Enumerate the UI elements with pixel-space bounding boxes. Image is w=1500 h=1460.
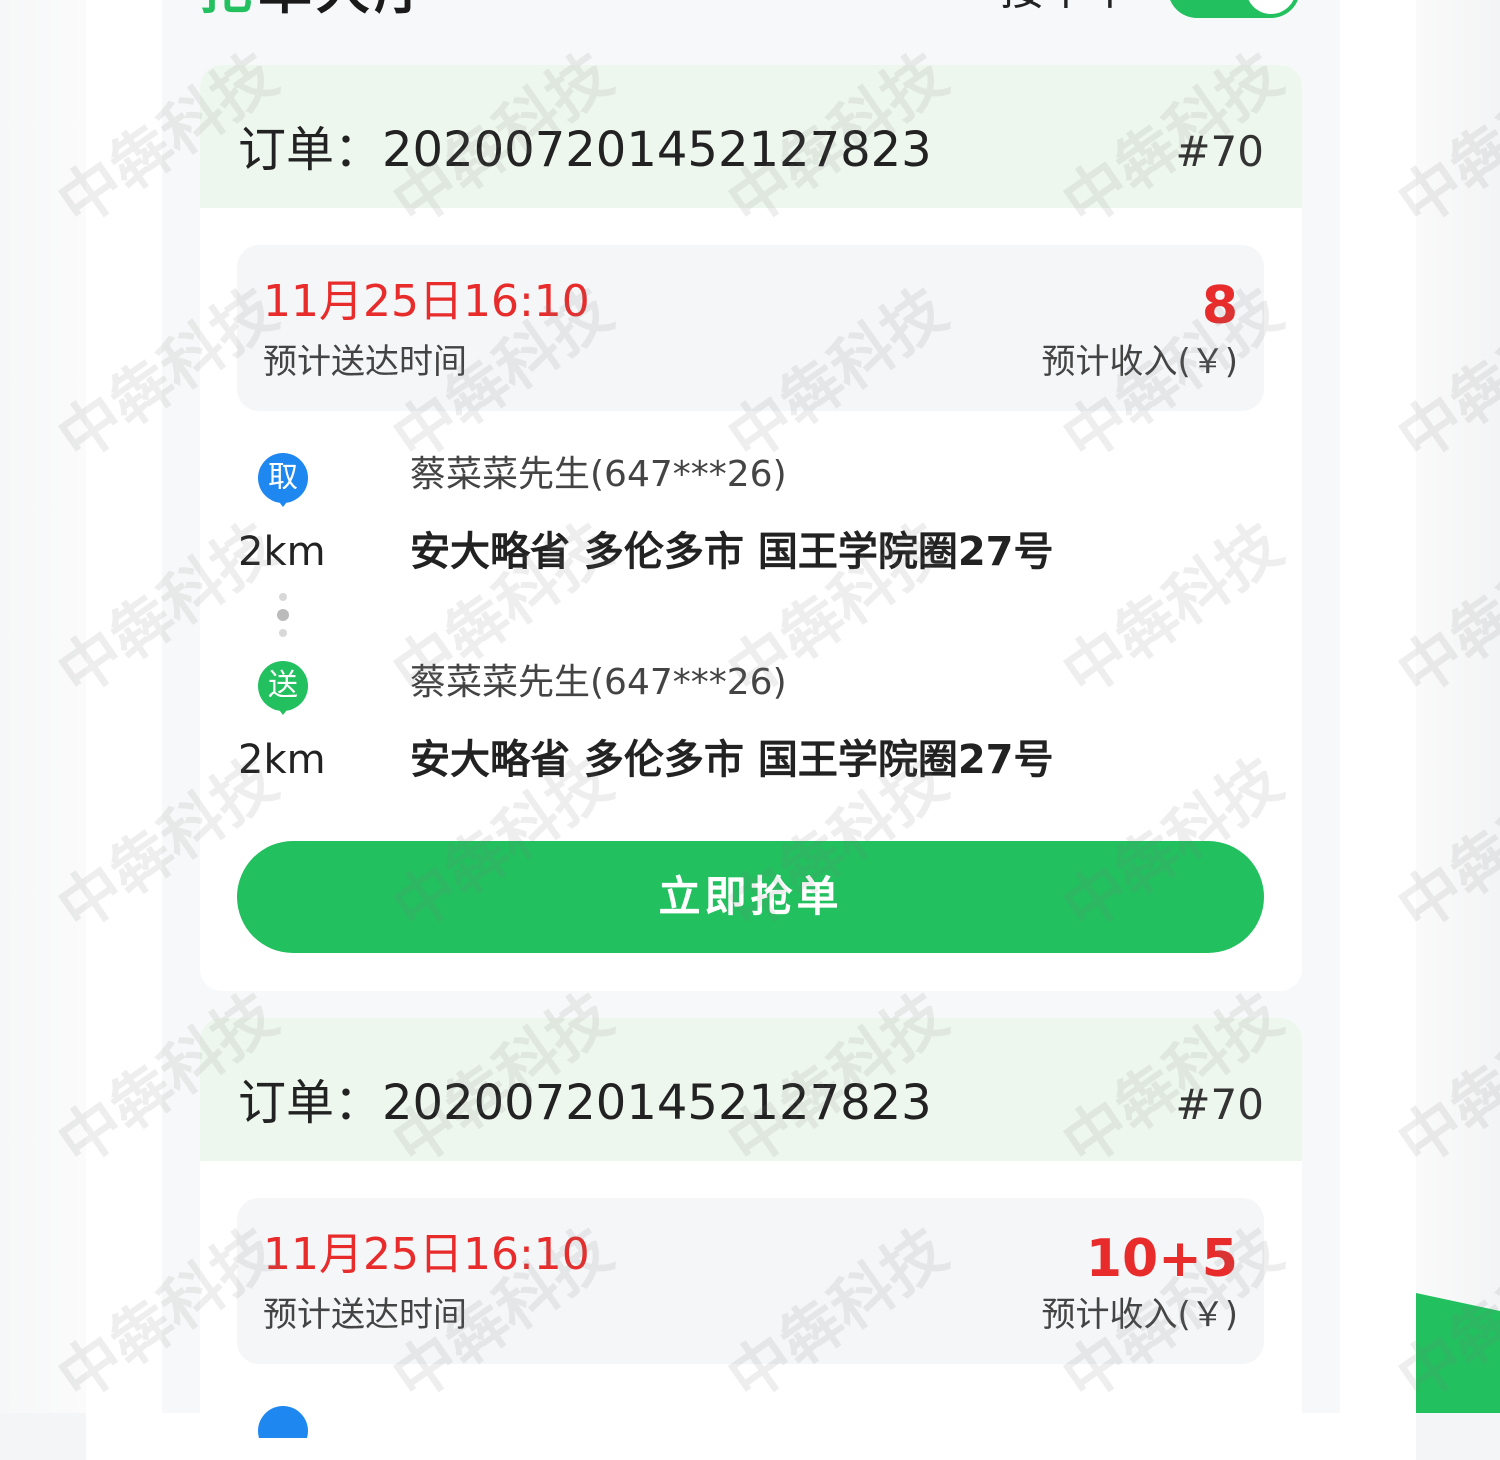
accepting-status-label: 接单中 <box>1000 0 1132 12</box>
pickup-distance: 2km <box>238 529 326 575</box>
dropoff-pin-icon: 送 <box>258 661 308 715</box>
dropoff-address: 安大略省 多伦多市 国王学院圈27号 <box>410 737 1054 783</box>
deliver-time-label: 预计送达时间 <box>263 1295 467 1335</box>
order-number-value: 202007201452127823 <box>382 1075 932 1131</box>
dropoff-contact[interactable]: 蔡菜菜先生(647***26) <box>410 660 787 706</box>
order-number-label: 订单： <box>238 122 383 178</box>
grab-order-button[interactable]: 立即抢单 <box>237 841 1264 953</box>
page-title-accent: 抢 <box>200 0 258 21</box>
pickup-contact[interactable]: 蔡菜菜先生(647***26) <box>410 452 787 498</box>
pickup-pin-icon <box>258 1406 308 1438</box>
estimated-income-label: 预计收入(￥) <box>1041 342 1238 382</box>
route-dots <box>277 593 289 645</box>
order-tag: #70 <box>1175 1080 1264 1129</box>
accepting-toggle[interactable] <box>1168 0 1300 18</box>
deliver-time: 11月25日16:10 <box>263 1229 590 1280</box>
order-card-header: 订单：202007201452127823 #70 <box>200 1018 1302 1161</box>
floating-action-corner[interactable] <box>1416 1293 1500 1413</box>
page-title-rest: 单大厅 <box>258 0 432 21</box>
page-title: 抢单大厅 <box>200 0 432 17</box>
dropoff-distance: 2km <box>238 737 326 783</box>
delivery-info-box: 11月25日16:10 预计送达时间 10+5 预计收入(￥) <box>237 1198 1264 1364</box>
order-number: 订单：202007201452127823 <box>238 120 932 180</box>
deliver-time: 11月25日16:10 <box>263 276 590 327</box>
order-card: 订单：202007201452127823 #70 11月25日16:10 预计… <box>200 1018 1302 1438</box>
order-number: 订单：202007201452127823 <box>238 1073 932 1133</box>
estimated-income: 10+5 <box>1085 1229 1238 1289</box>
toggle-knob <box>1246 0 1296 14</box>
right-gutter <box>1416 0 1500 1413</box>
order-tag: #70 <box>1175 127 1264 176</box>
order-card: 订单：202007201452127823 #70 11月25日16:10 预计… <box>200 65 1302 991</box>
order-number-label: 订单： <box>238 1075 383 1131</box>
delivery-info-box: 11月25日16:10 预计送达时间 8 预计收入(￥) <box>237 245 1264 411</box>
deliver-time-label: 预计送达时间 <box>263 342 467 382</box>
order-number-value: 202007201452127823 <box>382 122 932 178</box>
pickup-address: 安大略省 多伦多市 国王学院圈27号 <box>410 529 1054 575</box>
order-card-header: 订单：202007201452127823 #70 <box>200 65 1302 208</box>
left-gutter <box>0 0 86 1413</box>
estimated-income: 8 <box>1201 276 1238 336</box>
pickup-pin-icon: 取 <box>258 453 308 507</box>
estimated-income-label: 预计收入(￥) <box>1041 1295 1238 1335</box>
